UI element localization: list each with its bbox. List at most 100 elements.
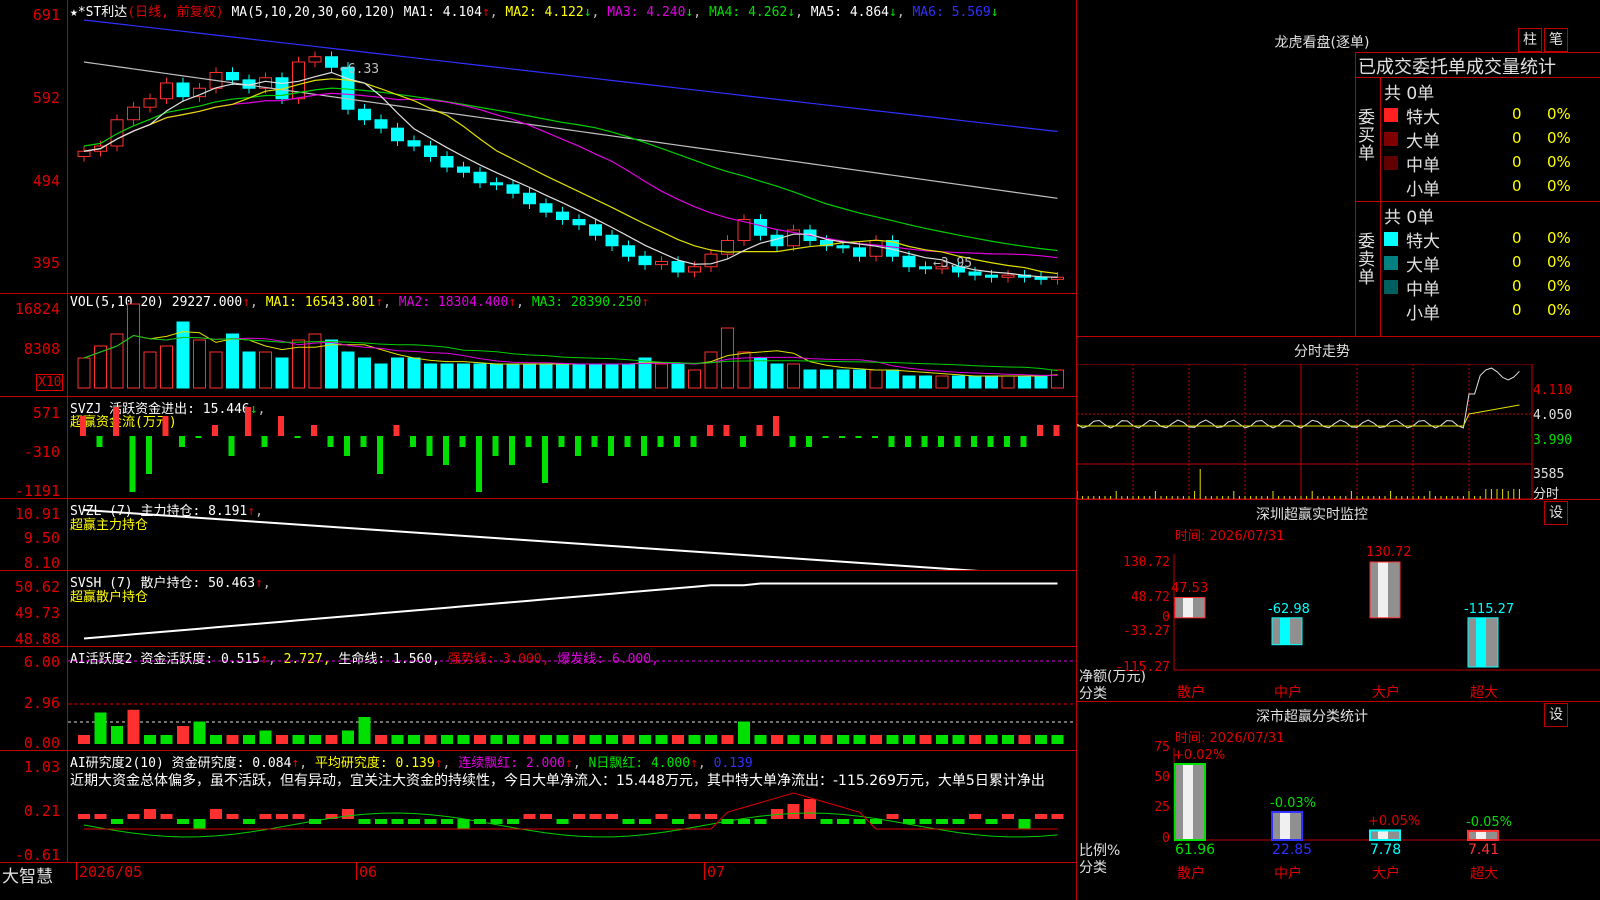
candle [424, 145, 437, 157]
panel-divider [0, 750, 1076, 751]
candle [622, 245, 635, 257]
class-category: 超大 [1470, 866, 1498, 882]
monitor-category: 超大 [1470, 685, 1498, 701]
fund-flow-chart[interactable] [68, 398, 1076, 498]
monitor-bar [1174, 597, 1206, 619]
panel-divider [0, 570, 1076, 571]
monitor-bar-value: 47.53 [1171, 580, 1209, 596]
candle [374, 119, 388, 129]
intraday-title: 分时走势 [1294, 344, 1350, 360]
candle [391, 127, 404, 142]
sell-row-count: 0 [1512, 253, 1522, 271]
monitor-axis-label: 130.72 [1123, 555, 1170, 570]
sell-color-swatch [1384, 232, 1398, 246]
monitor-settings-button[interactable]: 设 [1544, 501, 1568, 525]
candle [440, 156, 454, 168]
ma4-line [83, 87, 1058, 252]
volume-chart[interactable] [68, 296, 1076, 396]
class-value-label: 61.96 [1175, 842, 1216, 858]
class-ratio-bar-chart[interactable] [1077, 740, 1600, 900]
class-change-label: +0.05% [1368, 814, 1421, 830]
class-xlabel: 分类 [1079, 860, 1107, 876]
class-bar [1174, 762, 1206, 841]
candlestick-chart[interactable] [68, 18, 1076, 293]
class-bar [1271, 810, 1303, 841]
bar-mode-button[interactable]: 柱 [1518, 28, 1542, 52]
sell-orders-label: 委卖单 [1358, 232, 1375, 288]
sell-row-count: 0 [1512, 277, 1522, 295]
candle [506, 184, 520, 194]
buy-color-swatch [1384, 132, 1398, 146]
candle [556, 211, 569, 220]
svsh-axis-label: 48.88 [14, 630, 60, 648]
main-chart-area[interactable]: ★*ST利达(日线, 前复权) MA(5,10,20,30,60,120) MA… [0, 0, 1076, 900]
monitor-bar-value: -62.98 [1268, 602, 1310, 617]
candle [655, 261, 668, 266]
monitor-bar [1369, 561, 1401, 619]
buy-orders-label: 委买单 [1358, 108, 1375, 164]
buy-row-percent: 0% [1547, 153, 1571, 171]
candle [902, 255, 916, 268]
candle [688, 266, 701, 273]
candle [836, 245, 850, 249]
date-label: 2026/05 [79, 863, 143, 881]
svzj-axis-label: 571 [32, 404, 60, 422]
monitor-category: 中户 [1274, 685, 1302, 701]
tick-mode-button[interactable]: 笔 [1544, 28, 1568, 52]
stats-header: 已成交委托单成交量统计 [1358, 57, 1556, 78]
ai-research-chart[interactable] [68, 785, 1076, 862]
intraday-axis-label: 3.990 [1533, 433, 1573, 448]
candle [919, 266, 932, 270]
candle [1001, 274, 1015, 278]
dragon-tiger-title: 龙虎看盘(逐单) [1274, 35, 1370, 51]
brand-label: 大智慧 [2, 867, 53, 887]
candle [539, 203, 553, 213]
monitor-bar-value: -115.27 [1464, 602, 1515, 617]
intraday-chart[interactable] [1077, 364, 1600, 499]
class-value-label: 22.85 [1272, 842, 1313, 858]
class-change-label: -0.05% [1466, 814, 1512, 830]
retail-holding-chart[interactable] [68, 572, 1076, 646]
sell-row-name: 大单 [1406, 256, 1440, 276]
buy-total: 共 0单 [1384, 84, 1435, 104]
candle [407, 140, 421, 147]
ai-research-axis-label: 1.03 [23, 758, 60, 776]
candle [358, 108, 371, 121]
candle [605, 234, 619, 247]
price-axis-label: 691 [32, 6, 60, 24]
monitor-title: 深圳超赢实时监控 [1256, 507, 1368, 523]
class-value-label: 7.78 [1370, 842, 1402, 858]
monitor-axis-label: 0 [1162, 610, 1170, 625]
date-axis: 大智慧 2026/05 06 07 [0, 862, 1076, 900]
class-axis-label: 75 [1154, 740, 1170, 755]
high-annotation: ⌐6.33 [340, 62, 380, 77]
candle [985, 274, 998, 278]
sell-row-percent: 0% [1547, 253, 1571, 271]
vol-unit-badge: X10 [36, 374, 64, 391]
candle [572, 219, 586, 226]
ma5-line [83, 61, 1058, 199]
candle [160, 82, 173, 100]
class-bar [1369, 829, 1401, 842]
buy-color-swatch [1384, 108, 1398, 122]
candle [127, 106, 140, 121]
panel-divider [0, 293, 1076, 294]
candle [308, 56, 322, 63]
candle [143, 98, 157, 108]
buy-row-count: 0 [1512, 177, 1522, 195]
buy-row-name: 小单 [1406, 180, 1440, 200]
candle [589, 224, 602, 236]
svsh-axis-label: 49.73 [14, 604, 60, 622]
ai-active-chart[interactable] [68, 648, 1076, 750]
svzj-axis-label: -310 [23, 443, 60, 461]
sell-total: 共 0单 [1384, 208, 1435, 228]
ma3-line [83, 92, 1058, 259]
buy-row-name: 中单 [1406, 156, 1440, 176]
class-settings-button[interactable]: 设 [1544, 703, 1568, 727]
monitor-category: 散户 [1177, 685, 1205, 701]
buy-row-percent: 0% [1547, 129, 1571, 147]
main-force-chart[interactable] [68, 500, 1076, 570]
monitor-bar [1467, 617, 1499, 668]
candle [1034, 276, 1048, 280]
intraday-axis-label: 4.050 [1533, 408, 1573, 423]
